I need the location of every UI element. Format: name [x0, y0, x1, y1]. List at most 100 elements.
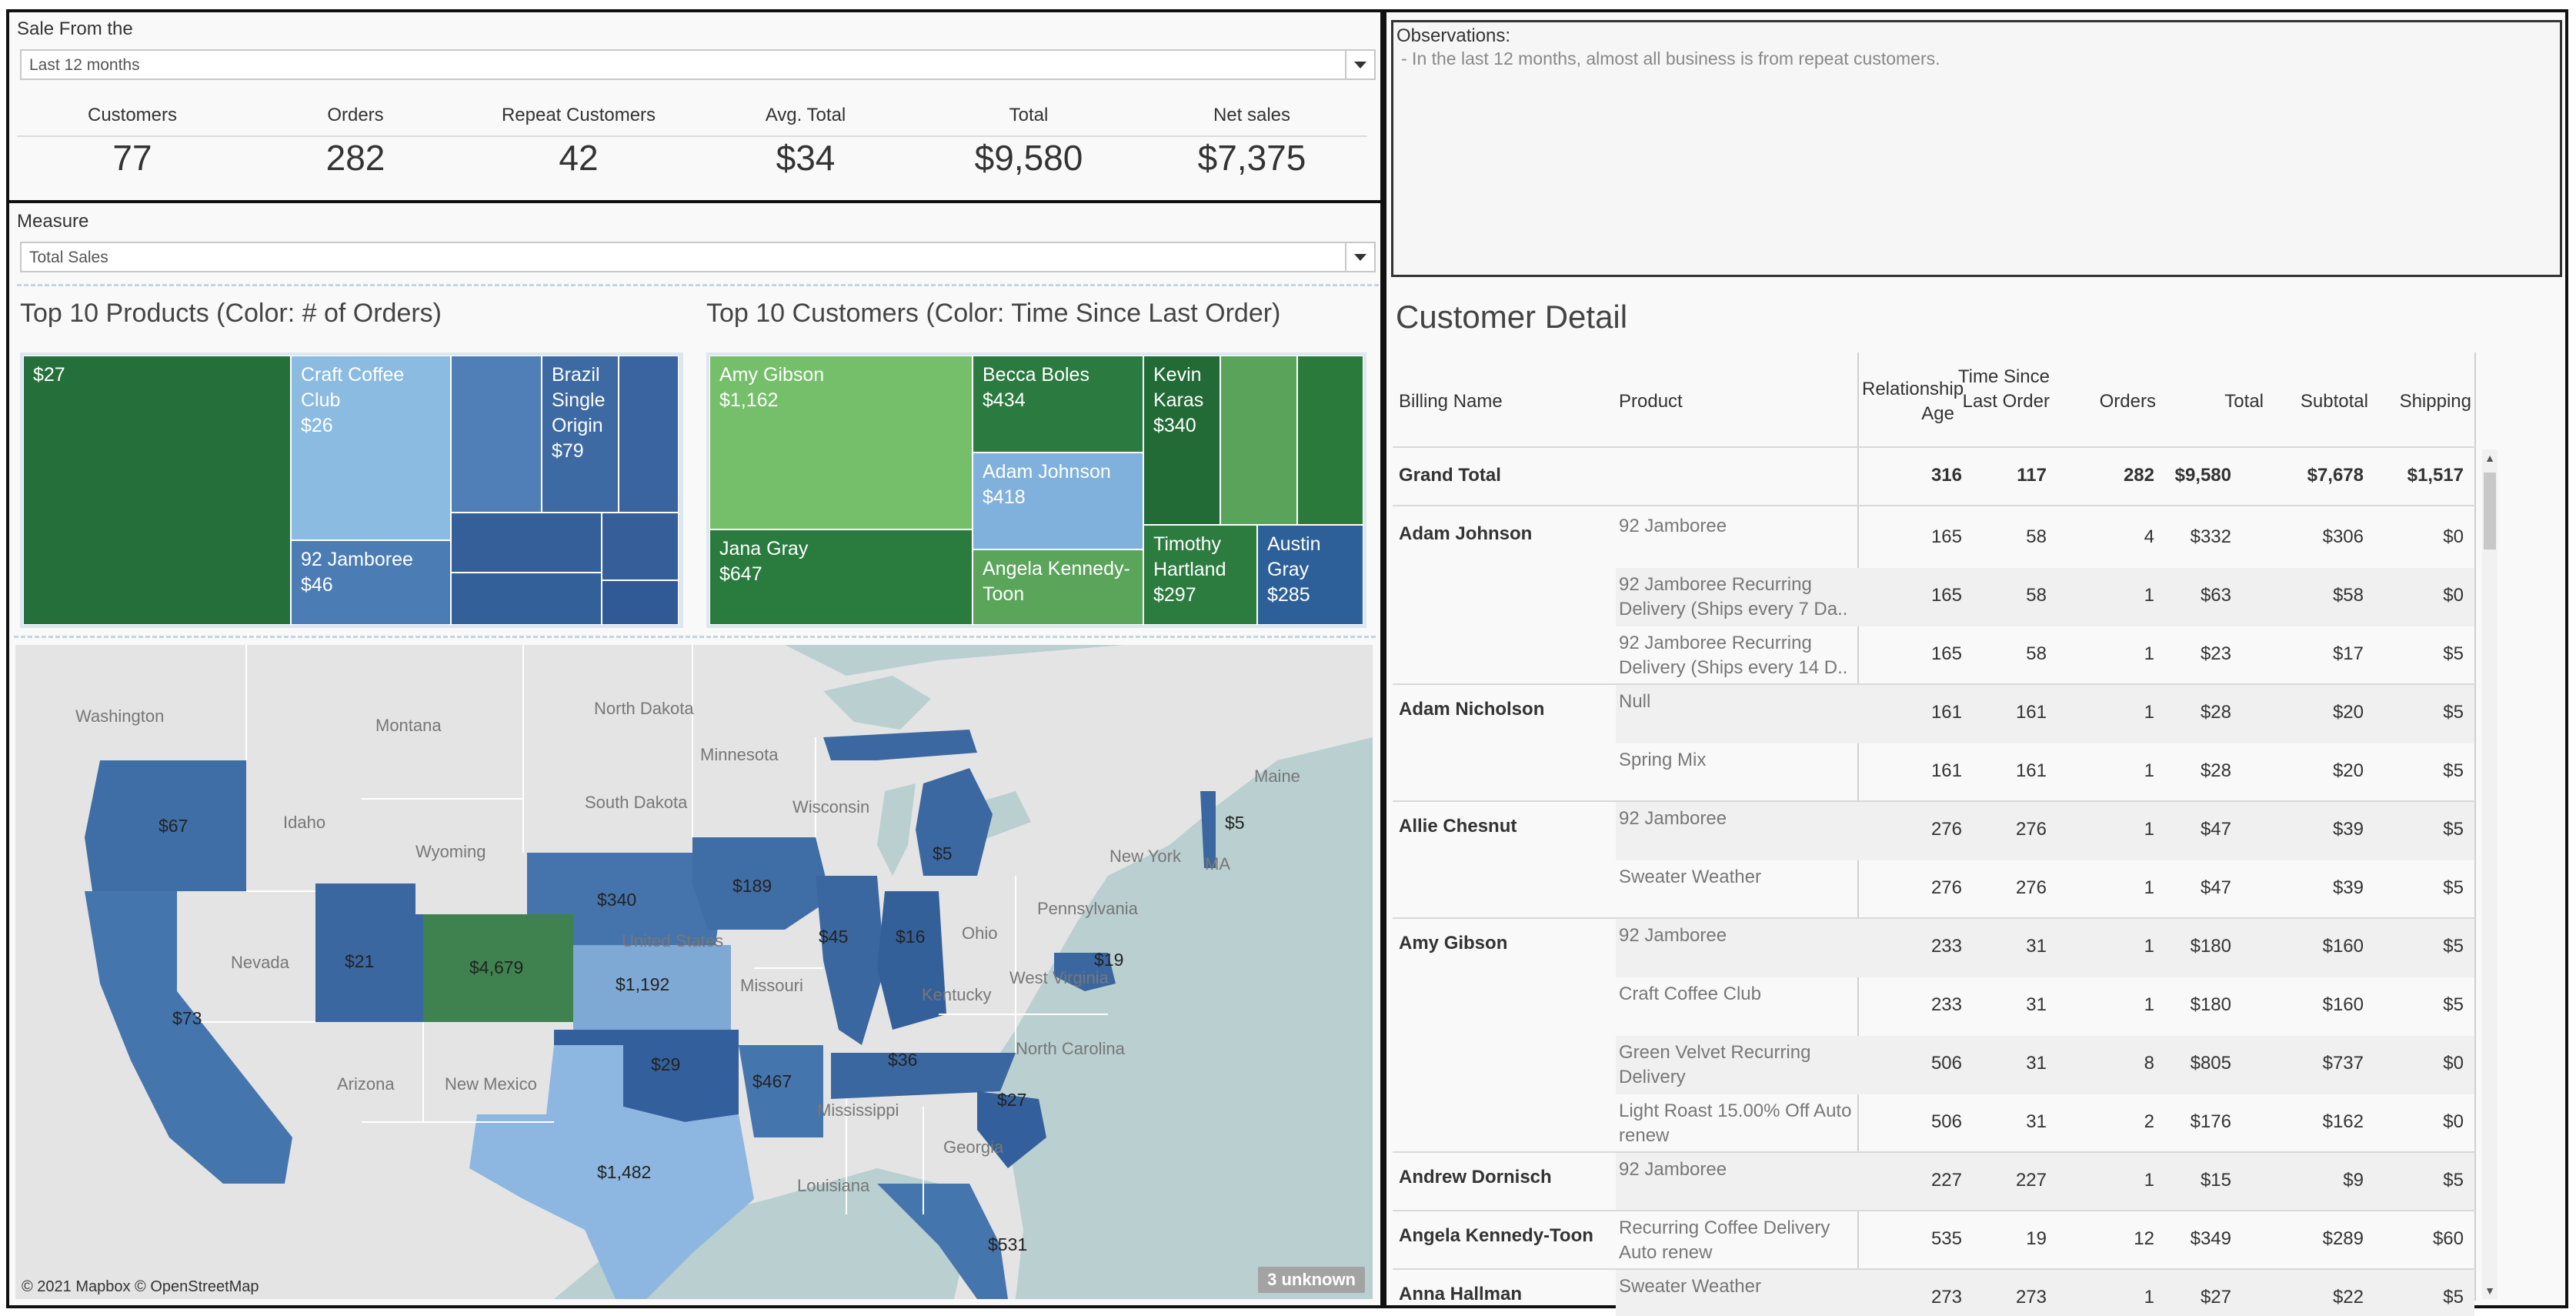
state-label: New York	[1109, 847, 1181, 866]
billing-name[interactable]: Adam Nicholson	[1399, 699, 1544, 720]
customers-tile[interactable]: Angela Kennedy-Toon	[973, 549, 1143, 625]
column-header[interactable]: Billing Name	[1399, 389, 1503, 414]
row-value: 1	[2144, 643, 2154, 664]
product-name[interactable]: Recurring Coffee Delivery Auto renew	[1619, 1216, 1853, 1265]
customers-tile[interactable]: Kevin Karas $340	[1143, 356, 1220, 525]
row-value: 165	[1930, 643, 1962, 664]
sales-map[interactable]: Washington Montana North Dakota Minnesota So…	[15, 645, 1373, 1299]
customers-tile[interactable]: Timothy Hartland $297	[1143, 525, 1257, 625]
products-tile[interactable]	[451, 356, 542, 513]
row-value: $180	[2190, 936, 2231, 957]
row-value: 273	[2015, 1287, 2047, 1308]
customers-tile[interactable]: Becca Boles $434	[973, 356, 1143, 453]
state-label: New Mexico	[445, 1074, 537, 1094]
kpi-4: Total $9,580	[913, 105, 1144, 179]
state-sales-value[interactable]: $21	[345, 951, 374, 972]
state-sales-value[interactable]: $340	[597, 890, 636, 910]
state-sales-value[interactable]: $4,679	[469, 957, 523, 978]
kpi-2: Repeat Customers 42	[463, 105, 694, 179]
row-value: $47	[2200, 877, 2231, 898]
row-value: $289	[2322, 1228, 2364, 1249]
kpi-label: Orders	[327, 105, 384, 125]
state-sales-value[interactable]: $531	[988, 1234, 1027, 1255]
products-tile[interactable]: $27	[23, 356, 291, 625]
state-sales-value[interactable]: $45	[819, 927, 848, 947]
column-header[interactable]: Shipping	[2368, 389, 2471, 414]
column-header[interactable]: Total	[2156, 389, 2264, 414]
chevron-down-icon[interactable]	[1345, 243, 1374, 271]
chevron-down-icon[interactable]	[1345, 51, 1374, 78]
customers-tile[interactable]: Austin Gray $285	[1257, 525, 1363, 625]
products-tile[interactable]: 92 Jamboree $46	[291, 540, 451, 625]
observations-title: Observations:	[1396, 25, 1511, 46]
product-name[interactable]: Light Roast 15.00% Off Auto renew	[1619, 1099, 1853, 1148]
products-tile[interactable]: Brazil Single Origin $79	[542, 356, 619, 513]
scroll-down-icon[interactable]: ▼	[2484, 1285, 2496, 1296]
state-label: North Carolina	[1016, 1039, 1125, 1058]
billing-name[interactable]: Amy Gibson	[1399, 933, 1507, 954]
products-treemap[interactable]: $27 Craft Coffee Club $26 Brazil Single Or…	[20, 352, 683, 628]
customers-treemap[interactable]: Amy Gibson $1,162 Becca Boles $434 Kevin K…	[706, 352, 1366, 628]
customers-tile[interactable]: Jana Gray $647	[709, 529, 973, 625]
column-header[interactable]: Orders	[2050, 389, 2156, 414]
scroll-up-icon[interactable]: ▲	[2484, 453, 2496, 463]
column-header[interactable]: Time Since Last Order	[1954, 365, 2050, 414]
state-sales-value[interactable]: $1,192	[616, 974, 669, 995]
row-value: $15	[2200, 1170, 2231, 1191]
state-sales-value[interactable]: $19	[1094, 950, 1123, 970]
state-sales-value[interactable]: $1,482	[597, 1162, 651, 1183]
billing-name[interactable]: Anna Hallman	[1399, 1284, 1522, 1305]
row-value: 535	[1930, 1228, 1962, 1249]
state-sales-value[interactable]: $73	[172, 1008, 202, 1029]
customers-tile[interactable]: Adam Johnson $418	[973, 453, 1143, 549]
product-name[interactable]: Spring Mix	[1619, 748, 1853, 773]
row-value: $23	[2200, 643, 2231, 664]
state-sales-value[interactable]: $5	[1225, 813, 1245, 833]
state-sales-value[interactable]: $5	[933, 843, 953, 864]
product-name[interactable]: Sweater Weather	[1619, 865, 1853, 890]
products-tile[interactable]: Craft Coffee Club $26	[291, 356, 451, 540]
product-name[interactable]: Null	[1619, 690, 1853, 714]
product-name[interactable]: Craft Coffee Club	[1619, 982, 1853, 1007]
state-sales-value[interactable]: $27	[997, 1090, 1026, 1111]
state-sales-value[interactable]: $29	[651, 1054, 680, 1075]
customers-tile[interactable]	[1297, 356, 1363, 525]
product-name[interactable]: Sweater Weather	[1619, 1274, 1853, 1299]
product-name[interactable]: 92 Jamboree Recurring Delivery (Ships ev…	[1619, 573, 1853, 622]
column-header[interactable]: Subtotal	[2264, 389, 2368, 414]
products-tile[interactable]	[451, 513, 602, 573]
scrollbar-thumb[interactable]	[2484, 473, 2496, 549]
products-tile[interactable]	[602, 580, 679, 625]
billing-name[interactable]: Adam Johnson	[1399, 523, 1532, 545]
measure-dropdown[interactable]: Total Sales	[20, 242, 1376, 272]
products-treemap-title: Top 10 Products (Color: # of Orders)	[20, 299, 442, 328]
column-header[interactable]: Product	[1619, 389, 1683, 414]
product-name[interactable]: 92 Jamboree	[1619, 514, 1853, 539]
row-value: $22	[2332, 1287, 2364, 1308]
products-tile[interactable]	[451, 573, 602, 625]
product-name[interactable]: 92 Jamboree Recurring Delivery (Ships ev…	[1619, 631, 1853, 680]
table-scrollbar[interactable]: ▲ ▼	[2482, 449, 2498, 1299]
customers-tile[interactable]: Amy Gibson $1,162	[709, 356, 973, 529]
unknown-badge[interactable]: 3 unknown	[1258, 1267, 1365, 1293]
customers-tile[interactable]	[1220, 356, 1297, 525]
product-name[interactable]: 92 Jamboree	[1619, 924, 1853, 948]
billing-name[interactable]: Andrew Dornisch	[1399, 1167, 1552, 1188]
billing-name[interactable]: Angela Kennedy-Toon	[1399, 1225, 1593, 1247]
row-value: 31	[2026, 994, 2047, 1015]
sale-period-dropdown[interactable]: Last 12 months	[20, 49, 1376, 80]
product-name[interactable]: 92 Jamboree	[1619, 807, 1853, 831]
state-sales-value[interactable]: $67	[158, 816, 188, 837]
products-tile[interactable]	[602, 513, 679, 580]
state-sales-value[interactable]: $189	[732, 876, 772, 897]
state-sales-value[interactable]: $467	[752, 1071, 792, 1092]
product-name[interactable]: 92 Jamboree	[1619, 1157, 1853, 1182]
kpi-divider	[690, 135, 921, 137]
product-name[interactable]: Green Velvet Recurring Delivery	[1619, 1040, 1853, 1090]
state-sales-value[interactable]: $16	[896, 927, 925, 947]
kpi-label: Avg. Total	[765, 105, 846, 125]
products-tile[interactable]	[619, 356, 679, 513]
column-header[interactable]: Relationship Age	[1862, 377, 1964, 426]
state-sales-value[interactable]: $36	[888, 1050, 917, 1071]
billing-name[interactable]: Allie Chesnut	[1399, 816, 1517, 837]
